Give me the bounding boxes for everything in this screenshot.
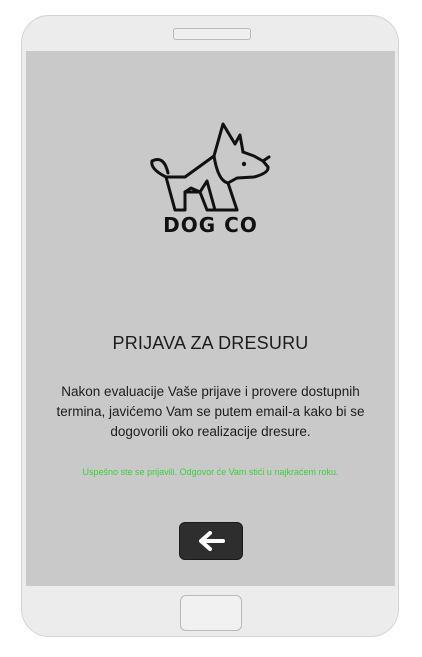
arrow-left-icon xyxy=(199,531,225,551)
home-button[interactable] xyxy=(180,595,242,631)
page-title: PRIJAVA ZA DRESURU xyxy=(112,333,309,353)
back-button[interactable] xyxy=(179,522,243,560)
info-message: Nakon evaluacije Vaše prijave i provere … xyxy=(56,384,365,439)
phone-frame: DOG CO PRIJAVA ZA DRESURU Nakon evaluaci… xyxy=(21,15,399,637)
success-message: Uspešno ste se prijavili. Odgovor će Vam… xyxy=(82,467,339,477)
app-screen: DOG CO PRIJAVA ZA DRESURU Nakon evaluaci… xyxy=(26,51,395,586)
phone-speaker xyxy=(173,28,251,40)
brand-name: DOG CO xyxy=(163,213,258,237)
